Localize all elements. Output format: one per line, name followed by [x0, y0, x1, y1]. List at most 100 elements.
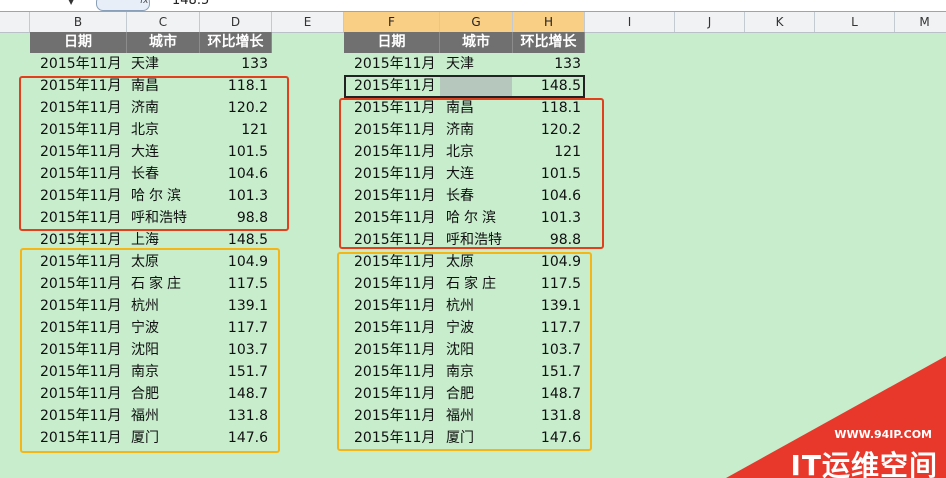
right-table-date-cell[interactable]: 2015年11月 — [354, 317, 435, 339]
left-table-growth-cell[interactable]: 101.5 — [188, 141, 268, 163]
right-table-city-cell[interactable]: 厦门 — [446, 427, 474, 449]
right-table-growth-cell[interactable]: 117.7 — [501, 317, 581, 339]
right-table-city-cell[interactable]: 杭州 — [446, 295, 474, 317]
left-table-city-cell[interactable]: 南昌 — [131, 75, 159, 97]
left-table-date-cell[interactable]: 2015年11月 — [40, 339, 121, 361]
left-table-city-cell[interactable]: 上海 — [131, 229, 159, 251]
right-table-date-cell[interactable]: 2015年11月 — [354, 273, 435, 295]
left-table-date-cell[interactable]: 2015年11月 — [40, 163, 121, 185]
left-table-date-cell[interactable]: 2015年11月 — [40, 53, 121, 75]
left-table-growth-cell[interactable]: 139.1 — [188, 295, 268, 317]
right-table-city-cell[interactable]: 天津 — [446, 53, 474, 75]
right-table-growth-cell[interactable]: 151.7 — [501, 361, 581, 383]
left-table-growth-cell[interactable]: 104.6 — [188, 163, 268, 185]
left-table-growth-cell[interactable]: 120.2 — [188, 97, 268, 119]
left-table-date-cell[interactable]: 2015年11月 — [40, 383, 121, 405]
left-table-growth-cell[interactable]: 148.7 — [188, 383, 268, 405]
right-table-date-cell[interactable]: 2015年11月 — [354, 405, 435, 427]
left-table-city-cell[interactable]: 合肥 — [131, 383, 159, 405]
left-table-city-cell[interactable]: 北京 — [131, 119, 159, 141]
right-table-city-cell[interactable]: 福州 — [446, 405, 474, 427]
column-header-k[interactable]: K — [745, 12, 815, 32]
left-table-growth-cell[interactable]: 117.7 — [188, 317, 268, 339]
column-header-e[interactable]: E — [272, 12, 344, 32]
left-table-growth-cell[interactable]: 133 — [188, 53, 268, 75]
name-box-dropdown-icon[interactable]: ▼ — [68, 0, 74, 6]
column-header-d[interactable]: D — [200, 12, 272, 32]
left-table-date-cell[interactable]: 2015年11月 — [40, 141, 121, 163]
column-header-b[interactable]: B — [30, 12, 127, 32]
left-table-city-cell[interactable]: 济南 — [131, 97, 159, 119]
left-table-date-cell[interactable]: 2015年11月 — [40, 295, 121, 317]
left-table-city-cell[interactable]: 太原 — [131, 251, 159, 273]
right-table-growth-cell[interactable]: 120.2 — [501, 119, 581, 141]
select-all-corner[interactable] — [0, 12, 30, 32]
right-table-growth-cell[interactable]: 117.5 — [501, 273, 581, 295]
left-table-city-cell[interactable]: 宁波 — [131, 317, 159, 339]
column-header-m[interactable]: M — [895, 12, 946, 32]
left-table-growth-cell[interactable]: 98.8 — [188, 207, 268, 229]
column-header-f[interactable]: F — [344, 12, 440, 32]
right-table-growth-cell[interactable]: 139.1 — [501, 295, 581, 317]
right-table-date-cell[interactable]: 2015年11月 — [354, 295, 435, 317]
right-table-date-cell[interactable]: 2015年11月 — [354, 339, 435, 361]
right-table-date-cell[interactable]: 2015年11月 — [354, 53, 435, 75]
right-table-city-cell[interactable]: 合肥 — [446, 383, 474, 405]
left-table-city-cell[interactable]: 大连 — [131, 141, 159, 163]
right-table-growth-cell[interactable]: 101.3 — [501, 207, 581, 229]
left-table-city-cell[interactable]: 厦门 — [131, 427, 159, 449]
right-table-date-cell[interactable]: 2015年11月 — [354, 141, 435, 163]
left-table-date-cell[interactable]: 2015年11月 — [40, 75, 121, 97]
left-table-city-cell[interactable]: 福州 — [131, 405, 159, 427]
left-table-growth-cell[interactable]: 121 — [188, 119, 268, 141]
left-table-date-cell[interactable]: 2015年11月 — [40, 229, 121, 251]
left-table-growth-cell[interactable]: 118.1 — [188, 75, 268, 97]
right-table-date-cell[interactable]: 2015年11月 — [354, 427, 435, 449]
right-table-growth-cell[interactable]: 103.7 — [501, 339, 581, 361]
right-table-city-cell[interactable]: 济南 — [446, 119, 474, 141]
right-table-city-cell[interactable]: 北京 — [446, 141, 474, 163]
left-table-growth-cell[interactable]: 131.8 — [188, 405, 268, 427]
left-table-date-cell[interactable]: 2015年11月 — [40, 185, 121, 207]
right-table-growth-cell[interactable]: 121 — [501, 141, 581, 163]
left-table-date-cell[interactable]: 2015年11月 — [40, 405, 121, 427]
right-table-date-cell[interactable]: 2015年11月 — [354, 383, 435, 405]
left-table-growth-cell[interactable]: 104.9 — [188, 251, 268, 273]
left-table-city-cell[interactable]: 沈阳 — [131, 339, 159, 361]
formula-input[interactable]: 148.5 — [172, 0, 209, 8]
left-table-city-cell[interactable]: 呼和浩特 — [131, 207, 187, 229]
left-table-city-cell[interactable]: 天津 — [131, 53, 159, 75]
right-table-date-cell[interactable]: 2015年11月 — [354, 185, 435, 207]
column-header-g[interactable]: G — [440, 12, 513, 32]
left-table-date-cell[interactable]: 2015年11月 — [40, 317, 121, 339]
right-table-growth-cell[interactable]: 118.1 — [501, 97, 581, 119]
right-table-growth-cell[interactable]: 101.5 — [501, 163, 581, 185]
left-table-date-cell[interactable]: 2015年11月 — [40, 119, 121, 141]
right-table-date-cell[interactable]: 2015年11月 — [354, 97, 435, 119]
left-table-city-cell[interactable]: 哈尔滨 — [131, 185, 185, 207]
left-table-date-cell[interactable]: 2015年11月 — [40, 427, 121, 449]
column-header-j[interactable]: J — [675, 12, 745, 32]
left-table-city-cell[interactable]: 长春 — [131, 163, 159, 185]
column-header-l[interactable]: L — [815, 12, 895, 32]
right-table-date-cell[interactable]: 2015年11月 — [354, 207, 435, 229]
left-table-date-cell[interactable]: 2015年11月 — [40, 97, 121, 119]
right-table-growth-cell[interactable]: 131.8 — [501, 405, 581, 427]
right-table-growth-cell[interactable]: 98.8 — [501, 229, 581, 251]
right-table-city-cell[interactable]: 哈尔滨 — [446, 207, 500, 229]
right-table-date-cell[interactable]: 2015年11月 — [354, 229, 435, 251]
right-table-city-cell[interactable]: 宁波 — [446, 317, 474, 339]
column-header-i[interactable]: I — [585, 12, 675, 32]
right-table-growth-cell[interactable]: 147.6 — [501, 427, 581, 449]
right-table-city-cell[interactable]: 石家庄 — [446, 273, 500, 295]
right-table-city-cell[interactable]: 太原 — [446, 251, 474, 273]
right-table-date-cell[interactable]: 2015年11月 — [354, 361, 435, 383]
column-header-c[interactable]: C — [127, 12, 200, 32]
right-table-growth-cell[interactable]: 133 — [501, 53, 581, 75]
left-table-date-cell[interactable]: 2015年11月 — [40, 273, 121, 295]
left-table-date-cell[interactable]: 2015年11月 — [40, 207, 121, 229]
right-table-growth-cell[interactable]: 104.6 — [501, 185, 581, 207]
right-table-growth-cell[interactable]: 104.9 — [501, 251, 581, 273]
right-table-city-cell[interactable]: 沈阳 — [446, 339, 474, 361]
right-table-date-cell[interactable]: 2015年11月 — [354, 119, 435, 141]
